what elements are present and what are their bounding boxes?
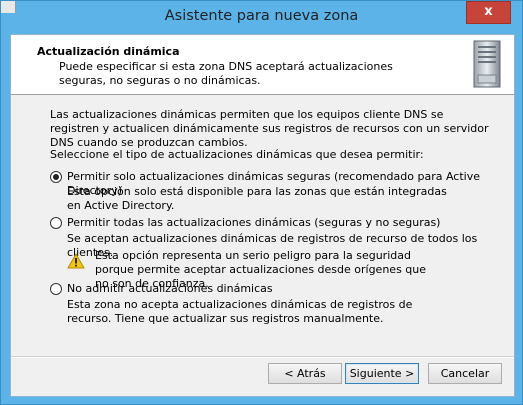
page-description: Puede especificar si esta zona DNS acept… (59, 60, 393, 87)
prompt-text: Seleccione el tipo de actualizaciones di… (50, 148, 424, 161)
radio-secure-only[interactable] (50, 171, 62, 183)
window-title: Asistente para nueva zona (164, 8, 359, 24)
radio-all-updates[interactable] (50, 217, 62, 229)
warning-icon (67, 253, 85, 269)
server-icon (473, 40, 501, 88)
button-separator (11, 356, 514, 358)
radio-no-updates[interactable] (50, 283, 62, 295)
close-button[interactable]: x (466, 1, 511, 24)
intro-text: Las actualizaciones dinámicas permiten q… (50, 108, 489, 149)
wizard-client-area: Actualización dinámica Puede especificar… (10, 34, 515, 397)
option-all-updates-label[interactable]: Permitir todas las actualizaciones dinám… (67, 216, 507, 230)
page-title: Actualización dinámica (37, 45, 180, 58)
title-bar: Asistente para nueva zona x (1, 1, 522, 32)
back-button[interactable]: < Atrás (268, 363, 342, 384)
option-no-updates-label[interactable]: No admitir actualizaciones dinámicas (67, 282, 507, 296)
option-secure-only-description: Esta opción solo está disponible para la… (67, 185, 447, 212)
wizard-header: Actualización dinámica Puede especificar… (11, 35, 514, 95)
cancel-button[interactable]: Cancelar (428, 363, 502, 384)
option-no-updates-description: Esta zona no acepta actualizaciones diná… (67, 298, 413, 325)
next-button[interactable]: Siguiente > (345, 363, 419, 384)
wizard-window: Asistente para nueva zona x Actualizació… (0, 0, 523, 405)
